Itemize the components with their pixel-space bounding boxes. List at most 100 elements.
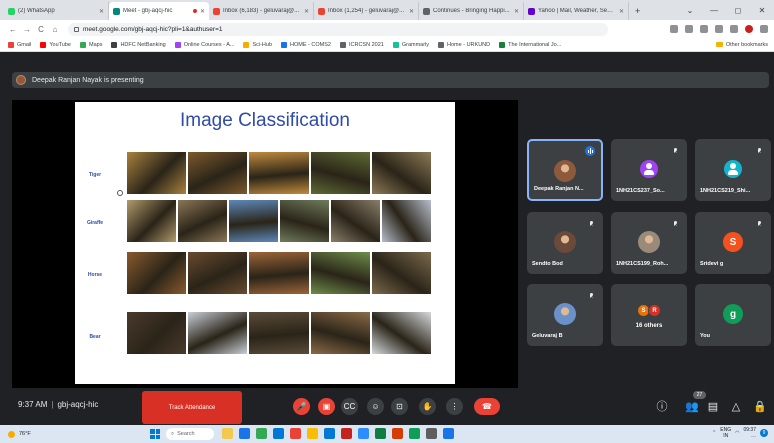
bookmark-item[interactable]: HDFC NetBanking: [111, 41, 166, 48]
close-tab-icon[interactable]: ✕: [514, 8, 519, 15]
hang-up-icon: ☎: [482, 401, 492, 411]
bookmark-item[interactable]: YouTube: [40, 41, 71, 48]
close-tab-icon[interactable]: ✕: [409, 8, 414, 15]
participant-tile[interactable]: Geluvaraj B: [527, 284, 603, 346]
chat-icon[interactable]: ▤: [705, 398, 721, 414]
host-controls-icon[interactable]: 🔒: [752, 398, 768, 414]
bookmark-star-icon[interactable]: [700, 25, 708, 33]
minimize-icon[interactable]: —: [702, 6, 726, 15]
bookmark-item[interactable]: HOME - COMS2: [281, 41, 331, 48]
browser-tab[interactable]: Inbox (6,183) - geluvaraj@... ✕: [209, 2, 314, 20]
browser-tab[interactable]: Yahoo | Mail, Weather, Sear... ✕: [524, 2, 629, 20]
browser-tab[interactable]: (2) WhatsApp ✕: [4, 2, 109, 20]
participant-tile[interactable]: 1NH21CS199_Roh...: [611, 212, 687, 274]
bookmark-item[interactable]: ICRCSN 2021: [339, 41, 384, 48]
mic-off-button[interactable]: 🎤: [293, 398, 310, 415]
bookmark-label: YouTube: [49, 41, 71, 48]
notification-badge[interactable]: 9: [760, 429, 768, 437]
close-tab-icon[interactable]: ✕: [200, 8, 205, 15]
taskbar-app-icon[interactable]: [358, 428, 369, 439]
new-tab-button[interactable]: +: [629, 2, 646, 20]
camera-off-button[interactable]: ▣: [318, 398, 335, 415]
profile-avatar[interactable]: [745, 25, 753, 33]
participant-tile[interactable]: S Sridevi g: [695, 212, 771, 274]
others-tile[interactable]: S R 16 others: [611, 284, 687, 346]
browser-tab[interactable]: Inbox (1,254) - geluvaraj@... ✕: [314, 2, 419, 20]
bookmark-item[interactable]: The International Jo...: [499, 41, 561, 48]
taskbar-app-icon[interactable]: [222, 428, 233, 439]
people-icon[interactable]: 👥: [684, 398, 700, 414]
bookmark-item[interactable]: Gmail: [8, 41, 31, 48]
reload-button[interactable]: C: [34, 25, 48, 34]
bookmark-item[interactable]: Online Courses - A...: [174, 41, 235, 48]
back-button[interactable]: ←: [6, 25, 20, 34]
tray-chevron-icon[interactable]: ⌃: [712, 430, 716, 436]
taskbar-app-icon[interactable]: [256, 428, 267, 439]
weather-widget[interactable]: 76°F: [0, 430, 31, 438]
tab-title: Continues - Bringing Happi...: [433, 8, 510, 14]
browser-tab[interactable]: Continues - Bringing Happi... ✕: [419, 2, 524, 20]
bookmark-item[interactable]: Sci-Hub: [243, 41, 272, 48]
taskbar-app-icon[interactable]: [307, 428, 318, 439]
taskbar-app-icon[interactable]: [443, 428, 454, 439]
recording-dot-icon: [192, 9, 197, 13]
camera-in-use-icon[interactable]: [670, 25, 678, 33]
bookmark-label: Online Courses - A...: [183, 41, 235, 48]
leave-call-button[interactable]: ☎: [474, 398, 500, 415]
taskbar-app-icon[interactable]: [290, 428, 301, 439]
taskbar-search[interactable]: ⌕ Search: [166, 428, 214, 440]
bookmark-item[interactable]: Maps: [80, 41, 102, 48]
maximize-icon[interactable]: ◻: [726, 6, 750, 15]
tab-search-icon[interactable]: ⌄: [678, 6, 702, 15]
extensions-icon[interactable]: [715, 25, 723, 33]
others-avatars: SR: [637, 304, 661, 317]
tray-lang[interactable]: ENG IN: [720, 427, 731, 439]
taskbar-app-icon[interactable]: [324, 428, 335, 439]
bookmark-item[interactable]: Home - URKUND: [438, 41, 490, 48]
participant-tile[interactable]: Deepak Ranjan N...: [527, 139, 603, 201]
close-tab-icon[interactable]: ✕: [304, 8, 309, 15]
close-tab-icon[interactable]: ✕: [99, 8, 104, 15]
bookmark-favicon-icon: [40, 41, 47, 48]
tray-clock[interactable]: 09:37…: [743, 427, 756, 439]
participant-tile[interactable]: 1NH21CS237_So...: [611, 139, 687, 201]
address-bar[interactable]: meet.google.com/gbj-aqcj-hic?pli=1&authu…: [68, 22, 608, 36]
participant-tile[interactable]: Sendto Bod: [527, 212, 603, 274]
participant-avatar: g: [723, 304, 743, 324]
camera-off-icon: ▣: [322, 401, 331, 411]
home-button[interactable]: ⌂: [48, 25, 62, 34]
close-tab-icon[interactable]: ✕: [619, 8, 624, 15]
taskbar-app-icon[interactable]: [239, 428, 250, 439]
more-options-button[interactable]: ⋮: [446, 398, 463, 415]
participant-tile[interactable]: 1NH21CS219_Shi...: [695, 139, 771, 201]
slide-image-row: [127, 252, 432, 294]
meeting-details-icon[interactable]: ⓘ: [654, 398, 670, 414]
taskbar-app-icon[interactable]: [392, 428, 403, 439]
taskbar-app-icon[interactable]: [375, 428, 386, 439]
emoji-reactions-button[interactable]: ☺: [367, 398, 384, 415]
menu-kebab-icon[interactable]: [760, 25, 768, 33]
browser-toolbar: ← → C ⌂ meet.google.com/gbj-aqcj-hic?pli…: [0, 20, 774, 38]
tab-title: Meet - gbj-aqcj-hic: [123, 8, 173, 14]
track-attendance-button[interactable]: Track Attendance: [142, 391, 242, 424]
bookmark-item[interactable]: Grammarly: [392, 41, 429, 48]
forward-button[interactable]: →: [20, 25, 34, 34]
wifi-icon[interactable]: ◠: [735, 430, 739, 436]
raise-hand-button[interactable]: ✋: [419, 398, 436, 415]
other-bookmarks[interactable]: Other bookmarks: [715, 42, 768, 48]
windows-start-icon[interactable]: [150, 429, 160, 439]
captions-button[interactable]: CC: [341, 398, 358, 415]
taskbar-app-icon[interactable]: [409, 428, 420, 439]
bookmark-favicon-icon: [438, 41, 445, 48]
taskbar-app-icon[interactable]: [341, 428, 352, 439]
taskbar-app-icon[interactable]: [426, 428, 437, 439]
animal-photo: [178, 200, 227, 242]
activities-icon[interactable]: △: [728, 398, 744, 414]
sidebar-icon[interactable]: [730, 25, 738, 33]
share-icon[interactable]: [685, 25, 693, 33]
close-window-icon[interactable]: ✕: [750, 6, 774, 15]
browser-tab[interactable]: Meet - gbj-aqcj-hic ✕: [109, 2, 209, 20]
participant-tile[interactable]: g You: [695, 284, 771, 346]
taskbar-app-icon[interactable]: [273, 428, 284, 439]
present-now-button[interactable]: ⊡: [391, 398, 408, 415]
